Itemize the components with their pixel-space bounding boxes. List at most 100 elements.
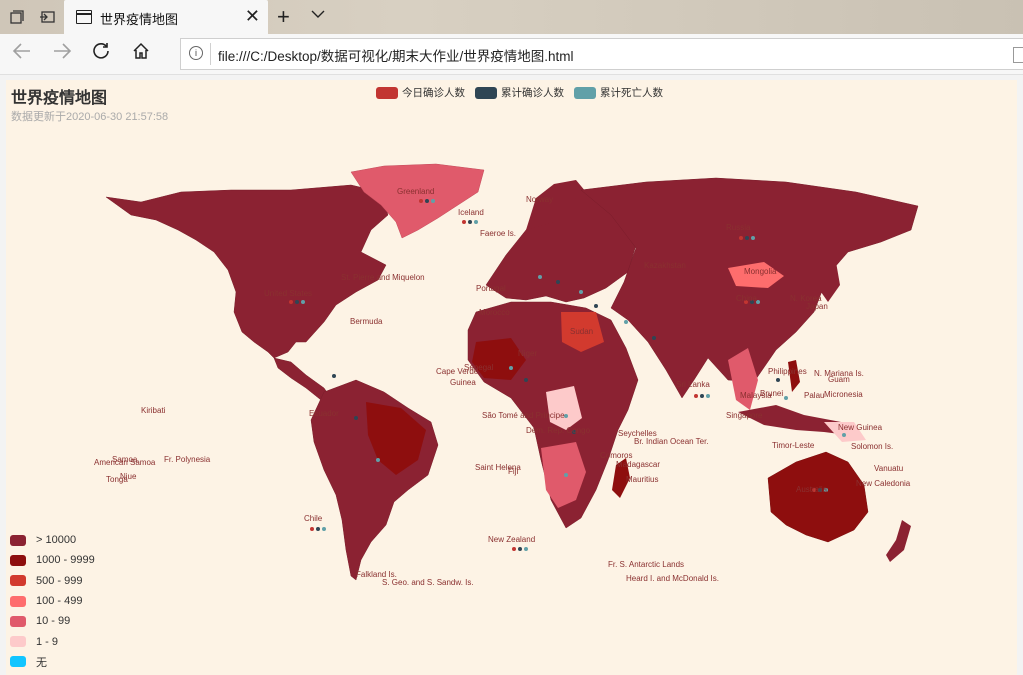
point-confirmed-today[interactable] — [419, 199, 423, 203]
legend-swatch — [574, 86, 596, 99]
map-label: New Guinea — [838, 423, 883, 432]
point-deaths-total[interactable] — [624, 320, 628, 324]
visual-map-item[interactable]: 10 - 99 — [10, 611, 95, 631]
visual-map-item[interactable]: 500 - 999 — [10, 571, 95, 591]
point-confirmed-total[interactable] — [295, 300, 299, 304]
region-central-america[interactable] — [273, 357, 332, 401]
point-confirmed-today[interactable] — [289, 300, 293, 304]
map-label: New Caledonia — [856, 479, 911, 488]
point-deaths-total[interactable] — [564, 473, 568, 477]
set-aside-tabs-icon[interactable] — [38, 8, 56, 26]
point-deaths-total[interactable] — [524, 547, 528, 551]
legend-label: 今日确诊人数 — [402, 87, 465, 99]
home-icon[interactable] — [132, 42, 150, 66]
visual-map-swatch — [10, 656, 26, 668]
point-deaths-total[interactable] — [842, 433, 846, 437]
point-deaths-total[interactable] — [431, 199, 435, 203]
point-deaths-total[interactable] — [301, 300, 305, 304]
map-label: Timor-Leste — [772, 441, 815, 450]
map-label: Chile — [304, 514, 323, 523]
point-confirmed-total[interactable] — [316, 527, 320, 531]
point-confirmed-today[interactable] — [462, 220, 466, 224]
map-label: Br. Indian Ocean Ter. — [634, 437, 709, 446]
point-confirmed-total[interactable] — [594, 304, 598, 308]
region-north-america[interactable] — [105, 184, 389, 359]
new-tab-icon[interactable]: + — [277, 4, 290, 30]
map-label: Fr. S. Antarctic Lands — [608, 560, 684, 569]
tab-actions-icon[interactable] — [8, 8, 26, 26]
back-icon[interactable] — [12, 42, 32, 66]
visual-map-label: 500 - 999 — [36, 574, 83, 587]
point-confirmed-total[interactable] — [425, 199, 429, 203]
point-deaths-total[interactable] — [538, 275, 542, 279]
map-label: American Samoa — [94, 458, 156, 467]
point-confirmed-total[interactable] — [524, 378, 528, 382]
map-label: Malaysia — [740, 391, 772, 400]
point-confirmed-total[interactable] — [332, 374, 336, 378]
map-label: Iceland — [458, 208, 484, 217]
region-philippines[interactable] — [788, 360, 800, 392]
info-icon[interactable]: i — [189, 46, 203, 60]
point-deaths-total[interactable] — [322, 527, 326, 531]
forward-icon[interactable] — [52, 42, 72, 66]
point-deaths-total[interactable] — [579, 290, 583, 294]
active-tab[interactable]: 世界疫情地图 ✕ — [64, 0, 268, 34]
point-confirmed-total[interactable] — [556, 280, 560, 284]
page-subtitle: 数据更新于2020-06-30 21:57:58 — [11, 111, 169, 123]
map-label: Kazakhstan — [644, 261, 686, 270]
point-deaths-total[interactable] — [509, 366, 513, 370]
map-label: Solomon Is. — [851, 442, 893, 451]
region-australia[interactable] — [767, 451, 869, 543]
point-deaths-total[interactable] — [376, 458, 380, 462]
map-label: Guam — [828, 375, 850, 384]
visual-map-item[interactable]: 1000 - 9999 — [10, 550, 95, 570]
map-label: Philippines — [768, 367, 807, 376]
map-label: Portugal — [476, 284, 506, 293]
point-deaths-total[interactable] — [706, 394, 710, 398]
visual-map-item[interactable]: 无 — [10, 652, 95, 672]
tab-menu-chevron-icon[interactable] — [311, 6, 325, 22]
tab-close-icon[interactable]: ✕ — [245, 6, 260, 27]
address-separator — [210, 43, 211, 65]
point-confirmed-total[interactable] — [700, 394, 704, 398]
point-deaths-total[interactable] — [474, 220, 478, 224]
map-label: Ecuador — [309, 409, 339, 418]
legend-item-confirmed-today[interactable]: 今日确诊人数 — [376, 85, 465, 100]
point-confirmed-total[interactable] — [745, 236, 749, 240]
point-confirmed-today[interactable] — [310, 527, 314, 531]
point-confirmed-today[interactable] — [694, 394, 698, 398]
address-bar[interactable]: i file:///C:/Desktop/数据可视化/期末大作业/世界疫情地图.… — [180, 38, 1023, 70]
map-label: Comoros — [600, 451, 632, 460]
visual-map-item[interactable]: > 10000 — [10, 530, 95, 550]
visual-map-label: 10 - 99 — [36, 615, 71, 628]
point-confirmed-total[interactable] — [354, 416, 358, 420]
map-label: Heard I. and McDonald Is. — [626, 574, 719, 583]
reading-view-icon[interactable] — [1013, 47, 1023, 63]
visual-map-label: 1 - 9 — [36, 635, 59, 648]
point-deaths-total[interactable] — [564, 414, 568, 418]
point-confirmed-total[interactable] — [776, 378, 780, 382]
refresh-icon[interactable] — [92, 42, 110, 66]
map-label: Singapore — [726, 411, 763, 420]
point-confirmed-today[interactable] — [512, 547, 516, 551]
point-deaths-total[interactable] — [751, 236, 755, 240]
point-confirmed-today[interactable] — [739, 236, 743, 240]
world-map[interactable]: Greenland Iceland Norway Faeroe Is. Russ… — [6, 80, 1017, 675]
point-confirmed-total[interactable] — [468, 220, 472, 224]
visual-map-swatch — [10, 636, 26, 648]
map-label: Greenland — [397, 187, 434, 196]
visual-map-item[interactable]: 100 - 499 — [10, 591, 95, 611]
legend-item-confirmed-total[interactable]: 累计确诊人数 — [475, 85, 564, 100]
visual-map-item[interactable]: 1 - 9 — [10, 631, 95, 651]
region-new-zealand[interactable] — [886, 520, 911, 562]
map-label: Niger — [518, 349, 537, 358]
visual-map-swatch — [10, 534, 26, 546]
visual-map-label: 1000 - 9999 — [36, 554, 95, 567]
point-confirmed-total[interactable] — [652, 336, 656, 340]
point-deaths-total[interactable] — [784, 396, 788, 400]
legend-item-deaths-total[interactable]: 累计死亡人数 — [574, 85, 663, 100]
address-text[interactable]: file:///C:/Desktop/数据可视化/期末大作业/世界疫情地图.ht… — [218, 45, 574, 65]
visual-map-swatch — [10, 595, 26, 607]
point-confirmed-total[interactable] — [518, 547, 522, 551]
tab-bar: 世界疫情地图 ✕ + — [0, 0, 1023, 34]
